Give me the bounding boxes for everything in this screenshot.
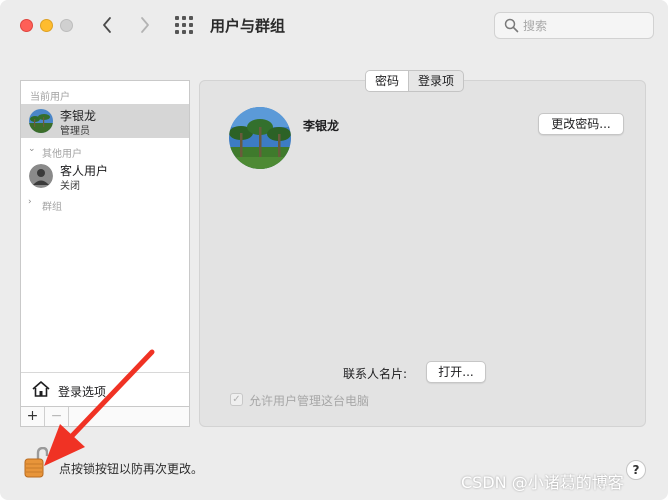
person-silhouette-icon <box>29 164 53 188</box>
groups-heading[interactable]: 群组 <box>42 198 62 213</box>
tab-password[interactable]: 密码 <box>366 71 410 91</box>
house-icon <box>32 381 50 397</box>
guest-user-status: 关闭 <box>60 181 80 192</box>
sidebar-item-guest-user[interactable]: 客人用户 关闭 <box>21 159 189 193</box>
login-options-item[interactable]: 登录选项 <box>21 372 189 406</box>
allow-admin-checkbox[interactable]: ✓ <box>230 393 243 406</box>
user-picture[interactable] <box>229 107 291 169</box>
current-users-heading: 当前用户 <box>30 92 70 103</box>
remove-user-button[interactable]: − <box>45 407 69 426</box>
palm-trees-photo-icon <box>29 109 53 133</box>
minimize-button[interactable] <box>40 19 53 32</box>
preferences-window: 用户与群组 当前用户 李银龙 管理员 ⌄ 其他用户 <box>0 0 668 500</box>
palm-trees-photo-icon <box>229 107 291 169</box>
disclosure-closed-icon[interactable]: › <box>28 197 32 207</box>
chevron-right-icon <box>141 17 149 33</box>
back-button[interactable] <box>96 14 118 36</box>
sidebar-item-current-user[interactable]: 李银龙 管理员 <box>21 104 189 138</box>
users-sidebar: 当前用户 李银龙 管理员 ⌄ 其他用户 客人用户 关闭 › 群组 登录选项 + … <box>20 80 190 427</box>
window-title: 用户与群组 <box>210 17 286 35</box>
forward-button[interactable] <box>134 14 156 36</box>
avatar <box>29 109 53 133</box>
allow-admin-label: 允许用户管理这台电脑 <box>249 394 370 408</box>
lock-instruction: 点按锁按钮以防再次更改。 <box>59 462 204 476</box>
add-user-button[interactable]: + <box>21 407 45 426</box>
current-user-role: 管理员 <box>60 126 90 137</box>
lock-button[interactable] <box>24 446 49 479</box>
help-button[interactable]: ? <box>626 460 646 480</box>
guest-avatar <box>29 164 53 188</box>
disclosure-open-icon[interactable]: ⌄ <box>28 144 36 154</box>
sidebar-button-bar: + − <box>21 406 189 426</box>
search-icon <box>504 18 519 33</box>
open-contact-button[interactable]: 打开... <box>426 361 486 383</box>
zoom-button[interactable] <box>60 19 73 32</box>
chevron-left-icon <box>103 17 111 33</box>
login-options-label: 登录选项 <box>58 385 107 399</box>
contact-card-label: 联系人名片: <box>343 367 408 381</box>
unlocked-padlock-icon <box>24 446 49 478</box>
search-input[interactable] <box>523 16 648 36</box>
search-field[interactable] <box>494 12 654 39</box>
user-full-name: 李银龙 <box>303 119 340 133</box>
toolbar: 用户与群组 <box>0 0 668 52</box>
other-users-heading: 其他用户 <box>42 149 82 160</box>
tab-bar: 密码 登录项 <box>365 70 465 92</box>
tab-login-items[interactable]: 登录项 <box>409 71 463 91</box>
show-all-button[interactable] <box>175 16 195 36</box>
watermark: CSDN @小诸葛的博客 <box>461 473 624 492</box>
close-button[interactable] <box>20 19 33 32</box>
change-password-button[interactable]: 更改密码... <box>538 113 624 135</box>
